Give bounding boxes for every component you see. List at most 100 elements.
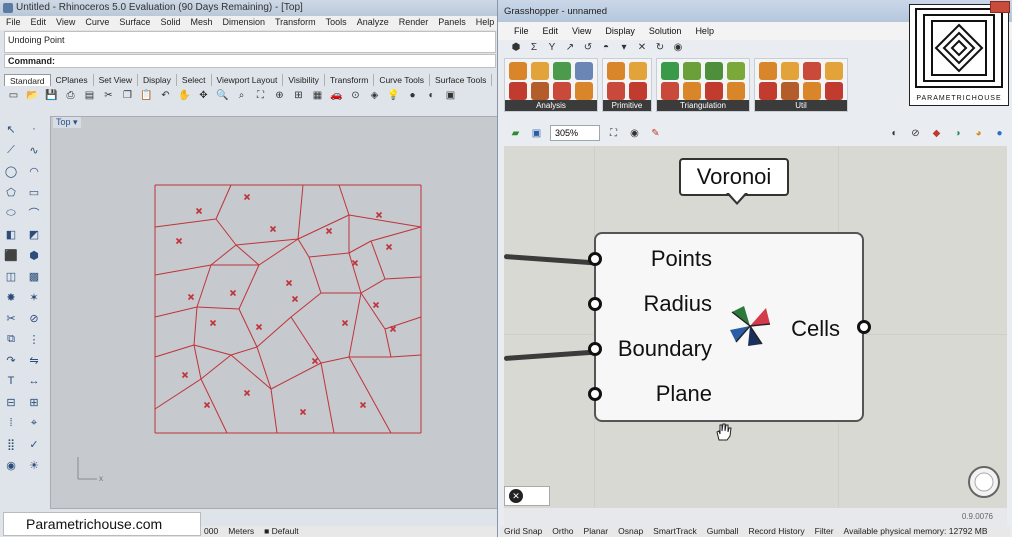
sketch-icon[interactable]: ✎ [648, 126, 663, 141]
rhino-menu-item[interactable]: Surface [119, 17, 150, 29]
save-icon[interactable]: ▣ [529, 126, 544, 141]
cylinder-icon[interactable]: ⬢ [25, 246, 43, 264]
component-icon[interactable] [727, 62, 745, 80]
ellipse-icon[interactable]: ⬭ [2, 204, 20, 222]
rhino-menu-item[interactable]: Help [476, 17, 495, 29]
pan-icon[interactable]: ✋ [177, 88, 192, 103]
toolbar-tab[interactable]: Select [177, 74, 212, 86]
polygon-icon[interactable]: ⬠ [2, 183, 20, 201]
rhino-menu-item[interactable]: Panels [438, 17, 466, 29]
input-port-radius[interactable] [588, 297, 602, 311]
point-icon[interactable]: · [25, 120, 43, 138]
trim-icon[interactable]: ✂ [2, 309, 20, 327]
component-icon[interactable] [825, 82, 843, 100]
ribbon-group-label[interactable]: Triangulation [657, 100, 749, 111]
preview-material-icon[interactable]: ◑ [950, 126, 965, 141]
lightbulb-icon[interactable]: 💡 [386, 88, 401, 103]
arc-icon[interactable]: ◠ [25, 162, 43, 180]
status-toggle[interactable]: Grid Snap [504, 526, 542, 537]
layout-grid-icon[interactable]: ⊞ [25, 393, 43, 411]
car-icon[interactable]: 🚗 [329, 88, 344, 103]
rhino-menu-item[interactable]: File [6, 17, 21, 29]
gh-menu-item[interactable]: Display [605, 26, 635, 40]
component-icon[interactable] [705, 82, 723, 100]
copy-icon[interactable]: ❐ [120, 88, 135, 103]
check-icon[interactable]: ✓ [25, 435, 43, 453]
component-icon[interactable] [531, 82, 549, 100]
component-icon[interactable] [759, 62, 777, 80]
print-icon[interactable]: ⎙ [63, 88, 78, 103]
cut-icon[interactable]: ✂ [101, 88, 116, 103]
explode-icon[interactable]: ✸ [2, 288, 20, 306]
component-icon[interactable] [607, 82, 625, 100]
surface-tab-icon[interactable]: ◓ [600, 42, 612, 54]
zoom-icon[interactable]: 🔍 [215, 88, 230, 103]
rectangle-icon[interactable]: ▭ [25, 183, 43, 201]
grid-array-icon[interactable]: ⁞ [2, 414, 20, 432]
component-icon[interactable] [531, 62, 549, 80]
layer-indicator[interactable]: ■ Default [264, 526, 298, 537]
zoom-extents-icon[interactable]: ⛶ [253, 88, 268, 103]
component-icon[interactable] [661, 62, 679, 80]
component-icon[interactable] [727, 82, 745, 100]
gh-menu-item[interactable]: Solution [649, 26, 682, 40]
top-viewport[interactable]: Top ▾ x [50, 116, 499, 509]
polyline-icon[interactable]: ⟋ [2, 141, 20, 159]
component-icon[interactable] [781, 82, 799, 100]
rhino-menu-item[interactable]: Curve [85, 17, 109, 29]
component-icon[interactable] [509, 82, 527, 100]
toolbar-tab[interactable]: CPlanes [51, 74, 94, 86]
component-icon[interactable] [705, 62, 723, 80]
status-toggle[interactable]: SmartTrack [653, 526, 697, 537]
open-file-icon[interactable]: 📂 [25, 88, 40, 103]
ribbon-group-label[interactable]: Primitive [603, 100, 651, 111]
rhino-menu-item[interactable]: Solid [160, 17, 180, 29]
mirror-icon[interactable]: ⇋ [25, 351, 43, 369]
osnap-icon[interactable]: ⊙ [348, 88, 363, 103]
toolbar-tab[interactable]: Display [138, 74, 177, 86]
preview-sphere-icon[interactable]: ● [992, 126, 1007, 141]
component-icon[interactable] [629, 82, 647, 100]
mesh-tab-icon[interactable]: ▾ [618, 42, 630, 54]
status-toggle[interactable]: Filter [815, 526, 834, 537]
zoom-selected-icon[interactable]: ⊕ [272, 88, 287, 103]
navigation-compass-icon[interactable] [966, 464, 1002, 500]
rhino-menu-item[interactable]: Render [399, 17, 429, 29]
preview-eye-icon[interactable]: ◉ [627, 126, 642, 141]
undo-icon[interactable]: ↶ [158, 88, 173, 103]
rhino-menu-item[interactable]: Mesh [190, 17, 212, 29]
component-icon[interactable] [683, 62, 701, 80]
component-icon[interactable] [553, 82, 571, 100]
render-icon[interactable]: ◐ [424, 88, 439, 103]
rhino-menu-item[interactable]: View [56, 17, 75, 29]
loft-icon[interactable]: ◩ [25, 225, 43, 243]
rhino-menu-item[interactable]: Analyze [357, 17, 389, 29]
toolbar-tab[interactable]: Surface Tools [430, 74, 493, 86]
input-port-points[interactable] [588, 252, 602, 266]
component-icon[interactable] [607, 62, 625, 80]
rhino-menu-item[interactable]: Tools [326, 17, 347, 29]
render-sphere-icon[interactable]: ◉ [2, 456, 20, 474]
component-icon[interactable] [759, 82, 777, 100]
light-icon[interactable]: ☀ [25, 456, 43, 474]
properties-icon[interactable]: ▤ [82, 88, 97, 103]
rhino-menu-item[interactable]: Edit [31, 17, 47, 29]
sigma-icon[interactable]: Σ [528, 42, 540, 54]
boolean-icon[interactable]: ◫ [2, 267, 20, 285]
toolbar-tab[interactable]: Curve Tools [374, 74, 431, 86]
toolbar-tab[interactable]: Transform [325, 74, 375, 86]
window-close-button[interactable] [990, 1, 1010, 13]
fillet-icon[interactable]: ⌒ [25, 204, 43, 222]
render-preview-icon[interactable]: ▣ [443, 88, 458, 103]
sphere-icon[interactable]: ● [405, 88, 420, 103]
open-icon[interactable]: ▰ [508, 126, 523, 141]
rhino-menu-item[interactable]: Dimension [222, 17, 265, 29]
save-icon[interactable]: 💾 [44, 88, 59, 103]
toolbar-tab[interactable]: Set View [94, 74, 139, 86]
component-icon[interactable] [803, 82, 821, 100]
component-icon[interactable] [509, 62, 527, 80]
zoom-window-icon[interactable]: ⌕ [234, 88, 249, 103]
zoom-extents-icon[interactable]: ⛶ [606, 126, 621, 141]
gh-canvas[interactable]: Voronoi Points Radius Boundary Plane Cel… [504, 146, 1007, 508]
curve-icon[interactable]: ∿ [25, 141, 43, 159]
